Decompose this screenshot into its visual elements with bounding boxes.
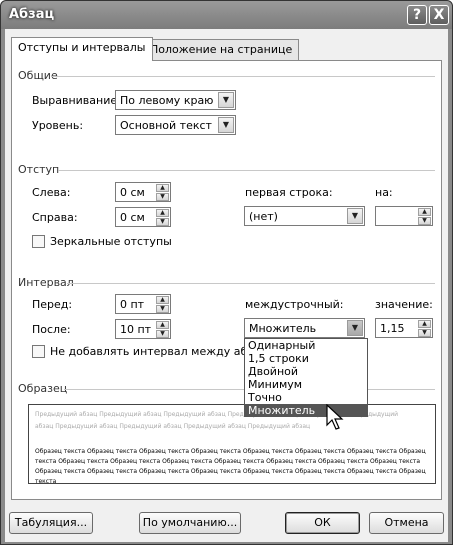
line-spacing-option-single[interactable]: Одинарный [245, 339, 367, 352]
mouse-pointer-icon [326, 404, 344, 430]
line-spacing-label: междустрочный: [245, 298, 344, 311]
level-label: Уровень: [32, 119, 84, 132]
spin-up-icon[interactable]: ▲ [418, 208, 431, 216]
level-select[interactable]: Основной текст ▼ [115, 115, 236, 135]
tabs-button[interactable]: Табуляция... [9, 512, 93, 534]
spin-up-icon[interactable]: ▲ [156, 184, 169, 192]
spin-down-icon[interactable]: ▼ [418, 329, 431, 337]
mirror-indents-label[interactable]: Зеркальные отступы [50, 235, 172, 248]
line-spacing-select[interactable]: Множитель ▼ [244, 318, 365, 338]
mirror-indents-checkbox[interactable] [32, 235, 45, 248]
indent-by-label: на: [375, 186, 393, 199]
line-spacing-option-exactly[interactable]: Точно [245, 391, 367, 404]
spacing-before-spinner[interactable]: 0 пт ▲ ▼ [115, 294, 171, 314]
spacing-after-value: 10 пт [120, 323, 152, 336]
level-value: Основной текст [120, 119, 212, 132]
spacing-after-label: После: [32, 323, 71, 336]
spacing-before-label: Перед: [32, 298, 73, 311]
ok-button[interactable]: ОК [285, 512, 360, 534]
indent-group-title: Отступ [18, 163, 60, 176]
indent-left-value: 0 см [120, 186, 145, 199]
line-spacing-option-multiple[interactable]: Множитель [245, 404, 367, 417]
tab-indents-and-spacing[interactable]: Отступы и интервалы [11, 37, 153, 61]
tab-line-and-page-breaks[interactable]: Положение на странице [143, 39, 300, 61]
chevron-down-icon[interactable]: ▼ [347, 320, 363, 336]
spin-down-icon[interactable]: ▼ [418, 217, 431, 225]
indent-left-label: Слева: [32, 186, 71, 199]
spin-up-icon[interactable]: ▲ [418, 320, 431, 328]
title-bar[interactable]: Абзац ? X [1, 1, 452, 29]
chevron-down-icon[interactable]: ▼ [218, 92, 234, 108]
dialog-title: Абзац [9, 7, 55, 22]
spin-down-icon[interactable]: ▼ [156, 330, 169, 338]
spin-up-icon[interactable]: ▲ [156, 321, 169, 329]
spin-up-icon[interactable]: ▲ [156, 209, 169, 217]
no-space-between-checkbox[interactable] [32, 345, 45, 358]
no-space-between-label[interactable]: Не добавлять интервал между абзацами [50, 345, 245, 358]
spacing-at-value: 1,15 [380, 322, 405, 335]
first-line-select[interactable]: (нет) ▼ [244, 206, 365, 226]
spin-down-icon[interactable]: ▼ [156, 305, 169, 313]
cancel-button[interactable]: Отмена [369, 512, 444, 534]
spacing-at-spinner[interactable]: 1,15 ▲ ▼ [375, 318, 433, 338]
spin-down-icon[interactable]: ▼ [156, 218, 169, 226]
indent-right-spinner[interactable]: 0 см ▲ ▼ [115, 207, 171, 227]
indent-by-spinner[interactable]: ▲ ▼ [375, 206, 433, 226]
indent-left-spinner[interactable]: 0 см ▲ ▼ [115, 182, 171, 202]
paragraph-dialog: Абзац ? X Отступы и интервалы Положение … [0, 0, 453, 545]
spacing-group-title: Интервал [18, 276, 74, 289]
alignment-label: Выравнивание: [32, 94, 121, 107]
first-line-label: первая строка: [245, 186, 333, 199]
alignment-select[interactable]: По левому краю ▼ [115, 90, 236, 110]
indent-divider [58, 170, 435, 171]
spacing-after-spinner[interactable]: 10 пт ▲ ▼ [115, 319, 171, 339]
spacing-at-label: значение: [375, 298, 433, 311]
spin-down-icon[interactable]: ▼ [156, 193, 169, 201]
preview-sample-text: Образец текста Образец текста Образец те… [35, 448, 426, 484]
spin-up-icon[interactable]: ▲ [156, 296, 169, 304]
indent-right-value: 0 см [120, 211, 145, 224]
line-spacing-dropdown[interactable]: Одинарный 1,5 строки Двойной Минимум Точ… [244, 338, 368, 417]
line-spacing-option-double[interactable]: Двойной [245, 365, 367, 378]
indent-right-label: Справа: [32, 211, 78, 224]
general-divider [52, 76, 435, 77]
alignment-value: По левому краю [120, 94, 214, 107]
preview-group-title: Образец [18, 382, 68, 395]
spacing-divider [67, 283, 435, 284]
set-as-default-button[interactable]: По умолчанию... [139, 512, 241, 534]
preview-box: Предыдущий абзац Предыдущий абзац Предыд… [28, 404, 436, 484]
line-spacing-option-1-5[interactable]: 1,5 строки [245, 352, 367, 365]
first-line-value: (нет) [249, 210, 278, 223]
chevron-down-icon[interactable]: ▼ [218, 117, 234, 133]
line-spacing-option-at-least[interactable]: Минимум [245, 378, 367, 391]
line-spacing-value: Множитель [249, 322, 317, 335]
chevron-down-icon[interactable]: ▼ [347, 208, 363, 224]
spacing-before-value: 0 пт [120, 298, 145, 311]
close-button[interactable]: X [429, 5, 449, 25]
help-button[interactable]: ? [407, 5, 427, 25]
